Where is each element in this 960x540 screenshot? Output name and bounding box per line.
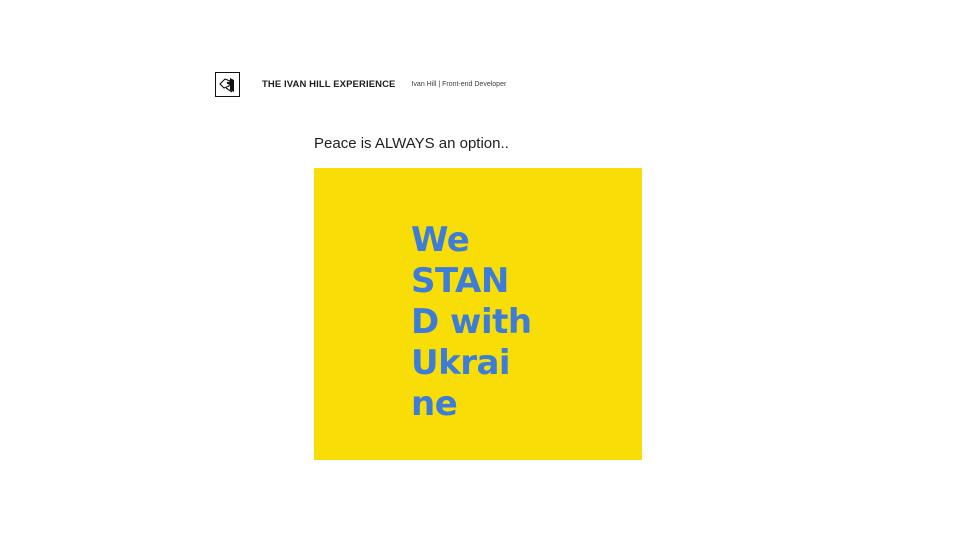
post-text: Peace is ALWAYS an option.. — [314, 135, 509, 152]
page: THE IVAN HILL EXPERIENCE Ivan Hill | Fro… — [0, 0, 960, 540]
banner-text: We STAN D with Ukrai ne — [411, 220, 551, 425]
banner-line: D with — [411, 302, 532, 342]
banner-line: STAN — [411, 261, 509, 301]
site-tagline: Ivan Hill | Front-end Developer — [411, 81, 507, 88]
ukraine-banner-image: We STAN D with Ukrai ne — [314, 168, 642, 460]
site-header: THE IVAN HILL EXPERIENCE Ivan Hill | Fro… — [215, 71, 506, 98]
banner-line: ne — [411, 384, 458, 424]
site-logo[interactable] — [215, 72, 240, 97]
site-title[interactable]: THE IVAN HILL EXPERIENCE — [262, 79, 395, 90]
house-door-logo-icon — [219, 78, 234, 93]
banner-line: Ukrai — [411, 343, 511, 383]
post-content: Peace is ALWAYS an option.. We STAN D wi… — [314, 134, 642, 460]
banner-line: We — [411, 220, 470, 260]
